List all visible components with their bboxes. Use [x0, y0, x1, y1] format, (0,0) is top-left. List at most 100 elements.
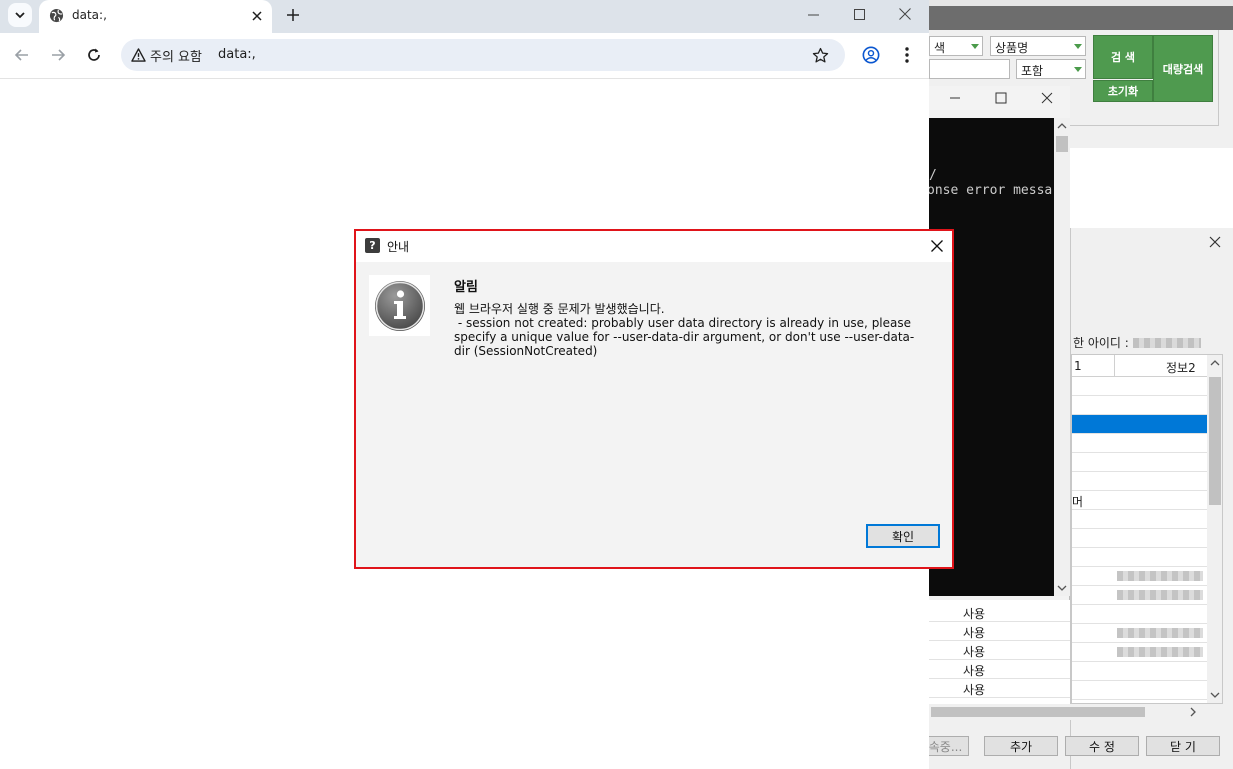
- chevron-right-icon[interactable]: [1189, 707, 1197, 717]
- close-icon: [899, 8, 911, 20]
- tab-active[interactable]: data:,: [39, 0, 272, 33]
- category-combo[interactable]: 색: [929, 36, 983, 56]
- menu-button[interactable]: [892, 40, 922, 70]
- bulk-search-button[interactable]: 대량검색: [1153, 35, 1213, 102]
- window-close-button[interactable]: [882, 0, 928, 28]
- chevron-down-icon: [15, 11, 25, 18]
- field-combo-value: 상품명: [995, 41, 1029, 55]
- new-tab-button[interactable]: [281, 3, 305, 27]
- redacted-cell: [1117, 571, 1203, 581]
- url-text[interactable]: data:,: [218, 47, 256, 62]
- chevron-down-icon[interactable]: [1210, 691, 1220, 699]
- warning-triangle-icon: [131, 48, 146, 62]
- forward-button[interactable]: [43, 40, 73, 70]
- dialog-close-button[interactable]: [926, 235, 948, 257]
- ok-button[interactable]: 확인: [866, 524, 940, 548]
- partial-button[interactable]: 속중...: [929, 736, 969, 756]
- list-item[interactable]: 사용: [929, 622, 1070, 641]
- maximize-icon: [853, 8, 865, 20]
- close-icon[interactable]: [1041, 92, 1053, 108]
- close-icon[interactable]: [1209, 236, 1221, 252]
- console-line: /: [929, 168, 937, 183]
- grid-column-2: 정보2: [1166, 361, 1196, 375]
- table-row[interactable]: [1072, 548, 1207, 567]
- table-row[interactable]: [1072, 396, 1207, 415]
- grid-cell: 머: [1072, 495, 1084, 509]
- search-button[interactable]: 검 색: [1093, 35, 1153, 79]
- back-button[interactable]: [7, 40, 37, 70]
- dialog-message-detail: - session not created: probably user dat…: [454, 316, 915, 358]
- chevron-down-icon[interactable]: [1057, 584, 1067, 592]
- table-row[interactable]: [1072, 453, 1207, 472]
- grid-divider: [1114, 355, 1115, 377]
- table-row[interactable]: [1072, 643, 1207, 662]
- table-row[interactable]: [1072, 605, 1207, 624]
- table-row[interactable]: [1072, 624, 1207, 643]
- table-row[interactable]: [1072, 586, 1207, 605]
- close-icon: [931, 240, 943, 252]
- table-row[interactable]: [1072, 377, 1207, 396]
- add-button[interactable]: 추가: [984, 736, 1058, 756]
- close-button[interactable]: 닫 기: [1146, 736, 1220, 756]
- arrow-right-icon: [52, 49, 66, 61]
- list-item[interactable]: 사용: [929, 660, 1070, 679]
- dialog-titlebar: ? 안내: [356, 231, 952, 262]
- match-combo[interactable]: 포함: [1016, 59, 1086, 79]
- chevron-up-icon[interactable]: [1057, 122, 1067, 130]
- table-row[interactable]: [1072, 681, 1207, 700]
- horizontal-scrollbar[interactable]: [929, 704, 1217, 720]
- redacted-id: [1132, 338, 1201, 348]
- list-item[interactable]: 사용: [929, 603, 1070, 622]
- close-icon: [252, 11, 262, 21]
- chevron-up-icon[interactable]: [1210, 359, 1220, 367]
- profile-button[interactable]: [856, 40, 886, 70]
- reload-icon: [88, 48, 100, 61]
- star-icon: [812, 47, 828, 63]
- console-scrollbar[interactable]: [1054, 118, 1070, 596]
- keyword-input[interactable]: [929, 59, 1010, 79]
- minimize-icon[interactable]: [949, 92, 961, 108]
- table-row[interactable]: [1072, 567, 1207, 586]
- horizontal-scrollbar-thumb[interactable]: [931, 707, 1145, 717]
- alert-dialog: ? 안내 알림 웹 브라우저 실행 중 문제가 발생했습니다. - sessio…: [354, 229, 954, 569]
- table-row[interactable]: [1072, 529, 1207, 548]
- match-combo-value: 포함: [1021, 64, 1044, 78]
- tab-close-button[interactable]: [247, 6, 267, 26]
- grid-scrollbar[interactable]: [1207, 355, 1222, 703]
- list-item[interactable]: 사용: [929, 679, 1070, 698]
- tab-search-button[interactable]: [8, 3, 32, 27]
- minimize-icon: [807, 14, 819, 15]
- tab-title: data:,: [72, 8, 107, 22]
- table-row[interactable]: [1072, 662, 1207, 681]
- browser-toolbar: 주의 요함 data:,: [0, 33, 929, 79]
- table-row[interactable]: 머: [1072, 491, 1207, 510]
- chevron-down-icon: [1074, 44, 1082, 49]
- security-label: 주의 요함: [150, 49, 202, 65]
- reset-button[interactable]: 초기화: [1093, 80, 1153, 102]
- info-icon: [374, 280, 425, 331]
- bookmark-star-button[interactable]: [809, 44, 831, 66]
- grid-scrollbar-thumb[interactable]: [1209, 377, 1221, 505]
- table-row[interactable]: [1072, 510, 1207, 529]
- maximize-icon[interactable]: [995, 92, 1007, 108]
- console-scrollbar-thumb[interactable]: [1056, 136, 1068, 152]
- help-icon: ?: [365, 238, 380, 253]
- table-row[interactable]: [1072, 472, 1207, 491]
- reload-button[interactable]: [79, 40, 109, 70]
- edit-button[interactable]: 수 정: [1065, 736, 1139, 756]
- maximize-button[interactable]: [836, 0, 882, 28]
- list-item[interactable]: 사용: [929, 641, 1070, 660]
- address-bar[interactable]: 주의 요함 data:,: [121, 39, 845, 71]
- redacted-cell: [1117, 647, 1203, 657]
- dialog-title: 안내: [387, 240, 410, 254]
- field-combo[interactable]: 상품명: [990, 36, 1086, 56]
- category-combo-value: 색: [934, 41, 946, 55]
- minimize-button[interactable]: [790, 0, 836, 28]
- dialog-heading: 알림: [454, 280, 478, 295]
- table-row-selected[interactable]: [1072, 415, 1207, 434]
- background-app-window: 색 상품명 포함 검 색 초기화 대량검색 한 아이디 : 1 정보2 머 사용…: [929, 0, 1233, 769]
- kebab-menu-icon: [905, 47, 909, 63]
- arrow-left-icon: [14, 49, 28, 61]
- security-chip[interactable]: 주의 요함: [125, 43, 210, 67]
- table-row[interactable]: [1072, 434, 1207, 453]
